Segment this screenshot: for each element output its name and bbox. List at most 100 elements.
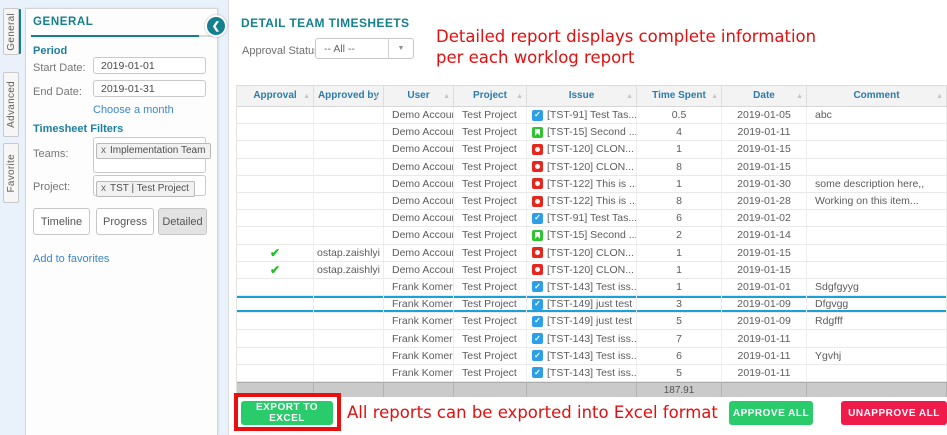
approved-by-cell: ostap.zaishlyi [314,262,384,278]
annotation-line: per each worklog report [436,47,816,68]
approval-cell [237,193,314,209]
story-issue-type-icon [532,127,543,138]
table-row[interactable]: Frank KomerTest Project✓[TST-143] Test i… [237,330,947,347]
period-heading: Period [33,45,67,57]
date-cell: 2019-01-11 [722,365,807,381]
comment-cell: Working on this item... [807,193,947,209]
approved-by-cell [314,279,384,295]
issue-key-text[interactable]: [TST-120] CLON... [547,143,634,155]
user-cell: Frank Komer [384,313,454,329]
issue-cell: ✓[TST-143] Test iss... [527,330,637,346]
table-row[interactable]: Demo AccountTest Project[TST-122] This i… [237,193,947,210]
collapse-panel-button[interactable]: ❮ [205,15,227,37]
sort-icon[interactable]: ▲ [796,92,803,102]
table-row[interactable]: Frank KomerTest Project✓[TST-149] just t… [237,313,947,330]
chip-remove-icon[interactable]: x [101,145,106,156]
approval-cell [237,348,314,364]
side-tab-advanced[interactable]: Advanced [3,72,19,137]
team-chip[interactable]: xImplementation Team [96,143,211,159]
project-chip[interactable]: xTST | Test Project [96,181,195,197]
column-header-comment[interactable]: Comment▲ [807,86,947,106]
column-header-approval[interactable]: Approval▲ [237,86,314,106]
chip-remove-icon[interactable]: x [101,183,106,194]
comment-cell: Sdgfgyyg [807,279,947,295]
issue-key-text[interactable]: [TST-91] Test Tas... [547,109,637,121]
project-cell: Test Project [454,296,527,312]
approval-cell: ✔ [237,245,314,261]
table-row[interactable]: Demo AccountTest Project[TST-120] CLON..… [237,141,947,158]
project-filter-box[interactable]: xTST | Test Project [93,175,206,196]
add-to-favorites-link[interactable]: Add to favorites [33,253,109,265]
issue-key-text[interactable]: [TST-122] This is ... [547,178,637,190]
column-header-issue[interactable]: Issue▲ [527,86,637,106]
issue-key-text[interactable]: [TST-149] just test [547,315,632,327]
end-date-input[interactable] [93,80,206,97]
start-date-input[interactable] [93,57,206,74]
annotation-text-top: Detailed report displays complete inform… [436,26,816,68]
table-row[interactable]: Frank KomerTest Project✓[TST-143] Test i… [237,279,947,296]
approve-all-button[interactable]: APPROVE ALL [729,401,813,425]
issue-key-text[interactable]: [TST-15] Second ... [547,126,637,138]
issue-key-text[interactable]: [TST-120] CLON... [547,247,634,259]
sort-icon[interactable]: ▲ [936,92,943,102]
column-header-time-spent[interactable]: Time Spent▲ [637,86,722,106]
sort-icon[interactable]: ▲ [373,92,380,102]
approval-cell [237,313,314,329]
sort-icon[interactable]: ▲ [711,92,718,102]
issue-key-text[interactable]: [TST-143] Test iss... [547,350,637,362]
table-row[interactable]: Frank KomerTest Project✓[TST-149] just t… [237,296,947,313]
table-row[interactable]: Frank KomerTest Project✓[TST-143] Test i… [237,348,947,365]
table-row[interactable]: Demo AccountTest Project[TST-120] CLON..… [237,159,947,176]
date-cell: 2019-01-15 [722,245,807,261]
teams-filter-box[interactable]: xImplementation Team [93,137,206,173]
approved-by-cell [314,124,384,140]
table-row[interactable]: Demo AccountTest Project[TST-15] Second … [237,227,947,244]
column-header-date[interactable]: Date▲ [722,86,807,106]
view-button-progress[interactable]: Progress [96,208,154,235]
column-header-project[interactable]: Project▲ [454,86,527,106]
view-button-timeline[interactable]: Timeline [33,208,90,235]
table-row[interactable]: ✔ostap.zaishlyiDemo AccountTest Project[… [237,245,947,262]
column-header-user[interactable]: User▲ [384,86,454,106]
unapprove-all-button[interactable]: UNAPPROVE ALL [841,401,947,425]
issue-key-text[interactable]: [TST-149] just test [547,298,632,310]
issue-key-text[interactable]: [TST-122] This is ... [547,195,637,207]
issue-key-text[interactable]: [TST-143] Test iss... [547,333,637,345]
approval-cell [237,124,314,140]
user-cell: Frank Komer [384,296,454,312]
table-row[interactable]: Demo AccountTest Project[TST-15] Second … [237,124,947,141]
approval-status-label: Approval Status: [242,45,323,57]
sort-icon[interactable]: ▲ [303,92,310,102]
sort-icon[interactable]: ▲ [443,92,450,102]
date-cell: 2019-01-05 [722,107,807,123]
table-row[interactable]: Frank KomerTest Project✓[TST-143] Test i… [237,365,947,382]
view-button-detailed[interactable]: Detailed [158,208,207,235]
side-tab-favorite[interactable]: Favorite [3,143,19,203]
side-tab-general[interactable]: General [3,8,19,55]
column-header-approved-by[interactable]: Approved by▲ [314,86,384,106]
sort-icon[interactable]: ▲ [626,92,633,102]
issue-key-text[interactable]: [TST-15] Second ... [547,229,637,241]
comment-cell [807,365,947,381]
issue-key-text[interactable]: [TST-120] CLON... [547,161,634,173]
date-cell: 2019-01-01 [722,279,807,295]
table-row[interactable]: Demo AccountTest Project✓[TST-91] Test T… [237,107,947,124]
table-row[interactable]: Demo AccountTest Project[TST-122] This i… [237,176,947,193]
table-row[interactable]: ✔ostap.zaishlyiDemo AccountTest Project[… [237,262,947,279]
approved-by-cell [314,365,384,381]
issue-cell: ✓[TST-91] Test Tas... [527,107,637,123]
sort-icon[interactable]: ▲ [516,92,523,102]
total-time-value: 187.91 [637,383,722,397]
date-cell: 2019-01-11 [722,348,807,364]
issue-key-text[interactable]: [TST-91] Test Tas... [547,212,637,224]
issue-key-text[interactable]: [TST-120] CLON... [547,264,634,276]
issue-cell: [TST-122] This is ... [527,176,637,192]
table-row[interactable]: Demo AccountTest Project✓[TST-91] Test T… [237,210,947,227]
issue-key-text[interactable]: [TST-143] Test iss... [547,367,637,379]
project-cell: Test Project [454,245,527,261]
export-to-excel-button[interactable]: EXPORT TO EXCEL [241,401,333,425]
issue-key-text[interactable]: [TST-143] Test iss... [547,281,637,293]
approval-status-select[interactable]: -- All -- ▼ [315,38,414,59]
choose-month-link[interactable]: Choose a month [93,104,174,116]
approval-cell [237,279,314,295]
